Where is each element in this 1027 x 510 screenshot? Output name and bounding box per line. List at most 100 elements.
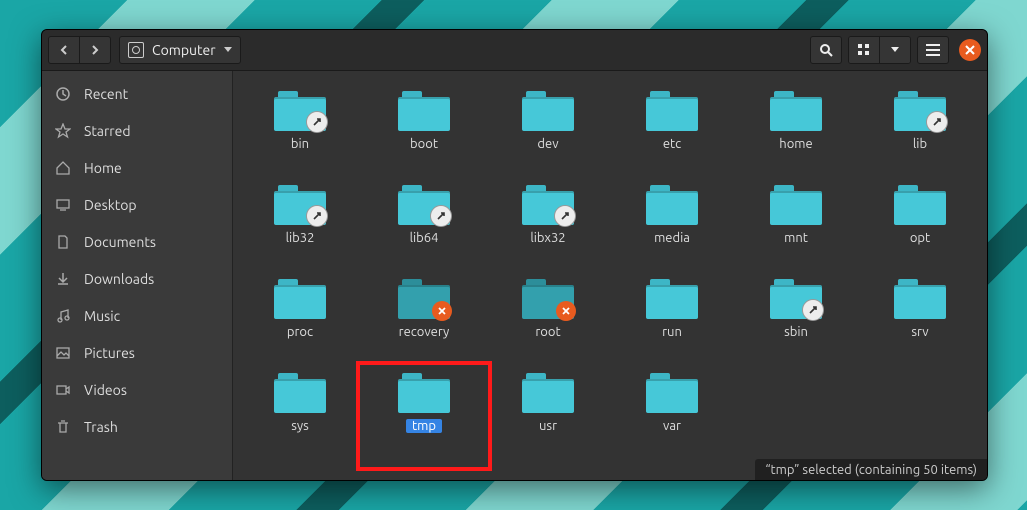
- folder-icon: [894, 185, 946, 225]
- music-icon: [54, 307, 72, 325]
- path-bar[interactable]: Computer: [119, 36, 241, 64]
- sidebar-item-documents[interactable]: Documents: [42, 223, 232, 260]
- folder-item-recovery[interactable]: recovery: [362, 273, 486, 367]
- folder-item-lib32[interactable]: lib32: [238, 179, 362, 273]
- folder-label: opt: [910, 231, 930, 245]
- folder-label: recovery: [399, 325, 450, 339]
- folder-grid: bin boot dev etchome lib lib32 lib64 libx32 medi…: [233, 71, 987, 461]
- access-denied-badge-icon: [556, 301, 576, 321]
- symlink-badge-icon: [926, 111, 948, 133]
- folder-label: run: [662, 325, 682, 339]
- desktop-icon: [54, 196, 72, 214]
- folder-icon: [646, 91, 698, 131]
- sidebar-item-home[interactable]: Home: [42, 149, 232, 186]
- forward-button[interactable]: [79, 37, 110, 63]
- folder-icon: [894, 91, 946, 131]
- folder-icon: [770, 185, 822, 225]
- folder-item-lib64[interactable]: lib64: [362, 179, 486, 273]
- sidebar-item-recent[interactable]: Recent: [42, 75, 232, 112]
- hamburger-menu-button[interactable]: [917, 36, 949, 64]
- folder-icon: [522, 373, 574, 413]
- folder-icon: [274, 91, 326, 131]
- folder-item-lib[interactable]: lib: [858, 85, 982, 179]
- folder-icon: [770, 279, 822, 319]
- folder-item-var[interactable]: var: [610, 367, 734, 461]
- sidebar-item-downloads[interactable]: Downloads: [42, 260, 232, 297]
- sidebar-item-trash[interactable]: Trash: [42, 408, 232, 445]
- clock-icon: [54, 85, 72, 103]
- main-pane[interactable]: bin boot dev etchome lib lib32 lib64 libx32 medi…: [233, 71, 987, 481]
- sidebar-item-label: Videos: [84, 382, 127, 398]
- folder-icon: [274, 279, 326, 319]
- folder-item-libx32[interactable]: libx32: [486, 179, 610, 273]
- symlink-badge-icon: [430, 205, 452, 227]
- sidebar-item-music[interactable]: Music: [42, 297, 232, 334]
- sidebar-item-label: Desktop: [84, 197, 137, 213]
- folder-item-proc[interactable]: proc: [238, 273, 362, 367]
- folder-icon: [646, 185, 698, 225]
- folder-item-media[interactable]: media: [610, 179, 734, 273]
- folder-item-etc[interactable]: etc: [610, 85, 734, 179]
- folder-item-boot[interactable]: boot: [362, 85, 486, 179]
- folder-item-usr[interactable]: usr: [486, 367, 610, 461]
- search-button[interactable]: [810, 36, 842, 64]
- folder-item-bin[interactable]: bin: [238, 85, 362, 179]
- folder-item-sys[interactable]: sys: [238, 367, 362, 461]
- folder-label: root: [535, 325, 560, 339]
- folder-item-root[interactable]: root: [486, 273, 610, 367]
- sidebar-item-starred[interactable]: Starred: [42, 112, 232, 149]
- folder-label: var: [663, 419, 681, 433]
- view-options-button[interactable]: [879, 37, 910, 63]
- symlink-badge-icon: [802, 299, 824, 321]
- folder-label: lib64: [410, 231, 439, 245]
- folder-icon: [522, 91, 574, 131]
- folder-item-mnt[interactable]: mnt: [734, 179, 858, 273]
- folder-label: srv: [911, 325, 928, 339]
- folder-label: bin: [291, 137, 309, 151]
- window-body: Recent Starred Home Desktop Documents Do…: [42, 71, 987, 481]
- folder-label: sys: [291, 419, 309, 433]
- back-button[interactable]: [49, 37, 79, 63]
- folder-icon: [398, 91, 450, 131]
- chevron-down-icon: [224, 47, 232, 53]
- folder-icon: [646, 279, 698, 319]
- folder-item-dev[interactable]: dev: [486, 85, 610, 179]
- folder-icon: [522, 279, 574, 319]
- trash-icon: [54, 418, 72, 436]
- sidebar-item-desktop[interactable]: Desktop: [42, 186, 232, 223]
- folder-label: boot: [410, 137, 438, 151]
- folder-label: lib: [913, 137, 927, 151]
- folder-item-tmp[interactable]: tmp: [362, 367, 486, 461]
- folder-item-run[interactable]: run: [610, 273, 734, 367]
- folder-item-srv[interactable]: srv: [858, 273, 982, 367]
- icon-view-button[interactable]: [849, 37, 879, 63]
- folder-icon: [274, 373, 326, 413]
- folder-icon: [646, 373, 698, 413]
- folder-item-sbin[interactable]: sbin: [734, 273, 858, 367]
- folder-label: mnt: [784, 231, 808, 245]
- folder-item-opt[interactable]: opt: [858, 179, 982, 273]
- folder-label: media: [654, 231, 690, 245]
- videos-icon: [54, 381, 72, 399]
- folder-item-home[interactable]: home: [734, 85, 858, 179]
- folder-label: usr: [539, 419, 557, 433]
- file-manager-window: Computer Recent: [41, 29, 988, 481]
- close-window-button[interactable]: [959, 39, 981, 61]
- downloads-icon: [54, 270, 72, 288]
- symlink-badge-icon: [306, 205, 328, 227]
- sidebar-item-pictures[interactable]: Pictures: [42, 334, 232, 371]
- status-text: “tmp” selected (containing 50 items): [765, 463, 977, 477]
- star-icon: [54, 122, 72, 140]
- folder-label: dev: [537, 137, 558, 151]
- sidebar: Recent Starred Home Desktop Documents Do…: [42, 71, 233, 481]
- symlink-badge-icon: [554, 205, 576, 227]
- folder-icon: [770, 91, 822, 131]
- sidebar-item-videos[interactable]: Videos: [42, 371, 232, 408]
- folder-label: sbin: [784, 325, 808, 339]
- sidebar-item-label: Starred: [84, 123, 131, 139]
- path-label: Computer: [152, 42, 216, 58]
- access-denied-badge-icon: [432, 301, 452, 321]
- pictures-icon: [54, 344, 72, 362]
- sidebar-item-label: Downloads: [84, 271, 154, 287]
- sidebar-item-label: Documents: [84, 234, 156, 250]
